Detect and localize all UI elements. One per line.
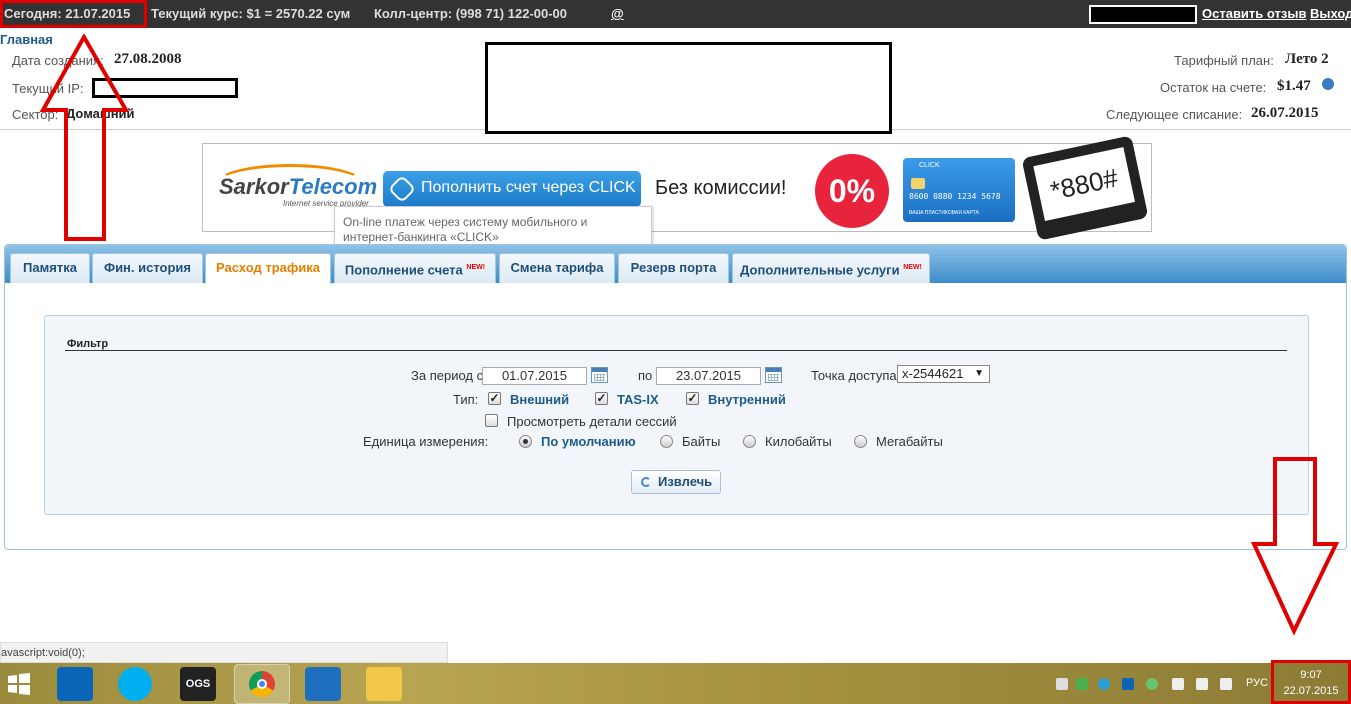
annotation-box-clock (1271, 660, 1351, 704)
tab-memo[interactable]: Памятка (10, 253, 90, 283)
red-arrow-up-annotation (39, 34, 130, 241)
lync-icon[interactable] (305, 667, 341, 701)
top-bar: Сегодня: 21.07.2015 Текущий курс: $1 = 2… (0, 0, 1351, 28)
unit-kb-radio[interactable] (743, 435, 756, 448)
card-chip-icon (911, 178, 925, 189)
unit-mb-radio[interactable] (854, 435, 867, 448)
call-center: Колл-центр: (998 71) 122-00-00 (374, 6, 568, 21)
unit-mb-label: Мегабайты (876, 434, 943, 449)
red-arrow-down-annotation (1250, 457, 1340, 636)
type-tasix-checkbox[interactable]: ✓ (595, 392, 608, 405)
tray-telegram-icon[interactable] (1098, 678, 1110, 690)
balance-label: Остаток на счете: (1160, 80, 1267, 95)
bank-card-image: CLICK 8600 0880 1234 5678 ВАША ПЛАСТИКОВ… (903, 158, 1015, 222)
windows-taskbar: OGS РУС 9:07 22.07.2015 (0, 663, 1351, 704)
redacted-user (1089, 5, 1197, 24)
unit-label: Единица измерения: (363, 434, 489, 449)
unit-bytes-radio[interactable] (660, 435, 673, 448)
extract-button[interactable]: Извлечь (631, 470, 721, 494)
tab-fin-history[interactable]: Фин. история (92, 253, 203, 283)
tab-extra-services[interactable]: Дополнительные услуги NEW! (732, 253, 930, 283)
phone-image: *880# (1021, 135, 1149, 241)
file-explorer-icon[interactable] (366, 667, 402, 701)
sarkor-logo: SarkorTelecom (219, 174, 378, 199)
tray-network-icon[interactable] (1196, 678, 1208, 690)
annotation-box-today (0, 0, 147, 28)
filter-title: Фильтр (67, 338, 109, 350)
unit-default-radio[interactable] (519, 435, 532, 448)
period-from-label: За период с (411, 368, 484, 383)
tab-traffic[interactable]: Расход трафика (205, 253, 331, 284)
tray-up-arrow-icon[interactable] (1056, 678, 1068, 690)
tray-sync-icon[interactable] (1146, 678, 1158, 690)
skype-icon[interactable] (118, 667, 152, 701)
tab-bar: Памятка Фин. история Расход трафика Попо… (5, 245, 1346, 284)
access-point-select[interactable]: x-2544621 ▼ (897, 365, 990, 383)
filter-box: Фильтр За период с 01.07.2015 по 23.07.2… (44, 315, 1309, 515)
type-external-checkbox[interactable]: ✓ (488, 392, 501, 405)
session-details-label: Просмотреть детали сессий (507, 414, 677, 429)
type-external-label: Внешний (510, 392, 570, 407)
unit-bytes-label: Байты (682, 434, 721, 449)
zero-percent-badge: 0% (815, 154, 889, 228)
type-label: Тип: (453, 392, 479, 407)
access-point-label: Точка доступа (811, 368, 897, 383)
period-to-label: по (638, 368, 653, 383)
tray-outlook-icon[interactable] (1122, 678, 1134, 690)
tray-battery-icon[interactable] (1172, 678, 1184, 690)
outlook-icon[interactable] (57, 667, 93, 701)
refresh-icon[interactable] (1322, 78, 1334, 90)
period-to-input[interactable]: 23.07.2015 (656, 367, 761, 385)
chrome-taskbar-button[interactable] (234, 664, 290, 704)
type-internal-checkbox[interactable]: ✓ (686, 392, 699, 405)
refresh-icon (641, 477, 651, 487)
account-header: Дата создания: 27.08.2008 Текущий IP: Се… (0, 42, 1351, 134)
logout-link[interactable]: Выход (1310, 6, 1351, 21)
exchange-rate: Текущий курс: $1 = 2570.22 сум (151, 6, 351, 21)
windows-start-icon[interactable] (8, 673, 30, 695)
plan-label: Тарифный план: (1174, 53, 1274, 68)
tab-topup[interactable]: Пополнение счета NEW! (334, 253, 496, 283)
calendar-to-icon[interactable] (765, 367, 782, 383)
calendar-from-icon[interactable] (591, 367, 608, 383)
dropdown-arrow-icon: ▼ (974, 368, 984, 379)
redacted-area (485, 42, 892, 134)
feedback-link[interactable]: Оставить отзыв (1202, 6, 1306, 21)
balance-value: $1.47 (1277, 78, 1311, 94)
tray-shield-icon[interactable] (1076, 678, 1088, 690)
plan-value: Лето 2 (1285, 51, 1329, 67)
next-charge-value: 26.07.2015 (1251, 105, 1319, 121)
tray-volume-icon[interactable] (1220, 678, 1232, 690)
period-from-input[interactable]: 01.07.2015 (482, 367, 587, 385)
type-tasix-label: TAS-IX (617, 392, 659, 407)
click-topup-button[interactable]: Пополнить счет через CLICK (383, 171, 641, 207)
click-icon (387, 174, 417, 204)
ogs-icon[interactable]: OGS (180, 667, 216, 701)
email-link[interactable]: @ (611, 6, 624, 21)
session-details-checkbox[interactable] (485, 414, 498, 427)
input-language[interactable]: РУС (1246, 677, 1268, 689)
browser-status-bar: avascript:void(0); (0, 642, 448, 663)
type-internal-label: Внутренний (708, 392, 786, 407)
unit-kb-label: Килобайты (765, 434, 832, 449)
tab-port-reserve[interactable]: Резерв порта (618, 253, 729, 283)
next-charge-label: Следующее списание: (1106, 107, 1243, 122)
main-panel: Памятка Фин. история Расход трафика Попо… (4, 244, 1347, 550)
unit-default-label: По умолчанию (541, 434, 636, 449)
no-commission-text: Без комиссии! (655, 177, 787, 199)
filter-divider (65, 350, 1287, 351)
tab-change-tariff[interactable]: Смена тарифа (499, 253, 615, 283)
